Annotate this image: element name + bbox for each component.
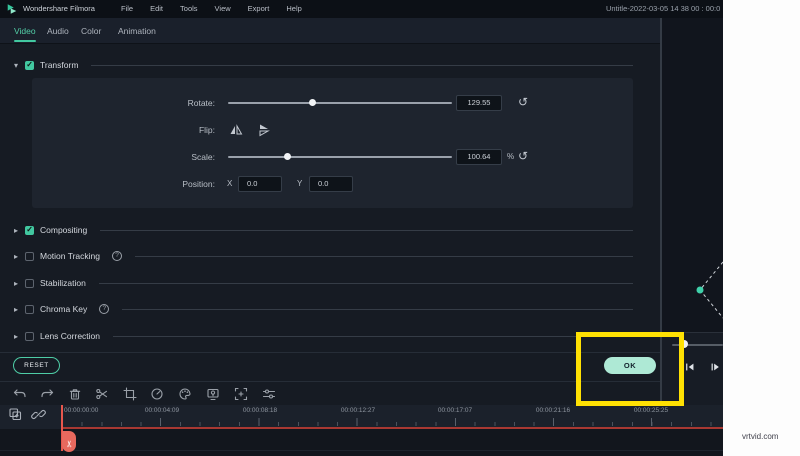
filmora-window: Wondershare Filmora File Edit Tools View… [0,0,800,456]
white-margin [723,0,800,456]
tab-color[interactable]: Color [81,18,101,44]
track-lane-divider [0,450,723,451]
playhead-grip-scissors-icon[interactable]: ✂ [62,431,76,452]
help-icon[interactable]: ? [99,304,109,314]
properties-tab-bar: Video Audio Color Animation [0,18,660,44]
scale-unit: % [507,152,514,161]
caret-right-icon[interactable]: ▸ [14,305,25,314]
menu-export[interactable]: Export [248,4,270,13]
section-lens-correction: ▸ Lens Correction [14,329,633,343]
snapshot-icon[interactable] [234,387,248,401]
motion-tracking-checkbox[interactable] [25,252,34,261]
section-motion-tracking: ▸ Motion Tracking ? [14,249,633,263]
lens-correction-checkbox[interactable] [25,332,34,341]
ok-button-highlight-annotation [576,332,684,406]
ruler-label: 00:00:17:07 [438,407,472,414]
scale-label: Scale: [100,152,215,162]
flip-horizontal-icon[interactable] [228,123,244,137]
title-bar: Wondershare Filmora File Edit Tools View… [0,0,723,18]
undo-icon[interactable] [13,387,27,401]
app-title: Wondershare Filmora [23,4,95,13]
crop-icon[interactable] [123,387,137,401]
divider [0,381,660,382]
position-label: Position: [100,179,215,189]
section-stabilization: ▸ Stabilization [14,276,633,290]
caret-down-icon[interactable]: ▾ [14,61,25,70]
ruler-label: 00:00:25:25 [634,407,668,414]
scale-slider[interactable] [228,156,452,158]
tab-animation[interactable]: Animation [118,18,156,44]
adjust-icon[interactable] [262,387,276,401]
ruler-label: 00:00:08:18 [243,407,277,414]
rotate-value-field[interactable]: 129.55 [456,95,502,111]
tab-audio[interactable]: Audio [47,18,69,44]
ruler-label: 00:00:21:16 [536,407,570,414]
selection-handle [697,287,704,294]
divider [0,352,660,353]
ruler-label: 00:00:04:09 [145,407,179,414]
menu-help[interactable]: Help [286,4,301,13]
caret-right-icon[interactable]: ▸ [14,252,25,261]
speed-icon[interactable] [150,387,164,401]
divider [99,283,633,284]
ruler-label: 00:00:00:00 [64,407,98,414]
scale-slider-handle[interactable] [284,153,291,160]
position-x-label: X [227,179,232,188]
divider [113,336,633,337]
rotate-slider-handle[interactable] [309,99,316,106]
ruler-label: 00:00:12:27 [341,407,375,414]
menu-file[interactable]: File [121,4,133,13]
rotate-label: Rotate: [100,98,215,108]
scale-value-field[interactable]: 100.64 [456,149,502,165]
transform-label: Transform [40,60,78,70]
flip-label: Flip: [100,125,215,135]
section-transform: ▾ Transform [14,58,633,72]
position-y-field[interactable]: 0.0 [309,176,353,192]
timeline-tracks[interactable] [0,429,723,456]
next-frame-icon[interactable] [709,361,721,373]
marker-icon[interactable] [206,387,220,401]
menu-edit[interactable]: Edit [150,4,163,13]
watermark: vrtvid.com [742,432,778,441]
tab-video[interactable]: Video [14,18,36,44]
caret-right-icon[interactable]: ▸ [14,226,25,235]
divider [100,230,633,231]
help-icon[interactable]: ? [112,251,122,261]
flip-vertical-icon[interactable] [256,123,272,137]
stabilization-checkbox[interactable] [25,279,34,288]
menu-tools[interactable]: Tools [180,4,198,13]
color-palette-icon[interactable] [178,387,192,401]
section-chroma-key: ▸ Chroma Key ? [14,302,633,316]
clip-selection-outline[interactable] [662,18,723,332]
previous-frame-icon[interactable] [684,361,696,373]
chroma-key-checkbox[interactable] [25,305,34,314]
cut-icon[interactable] [95,387,109,401]
rotate-reset-icon[interactable]: ↺ [518,96,528,108]
section-compositing: ▸ Compositing [14,223,633,237]
position-y-label: Y [297,179,302,188]
project-title: Untitle-2022-03-05 14 38 00 : 00:0 [606,4,723,13]
clip-duration-line [62,427,723,429]
rotate-slider[interactable] [228,102,452,104]
duplicate-icon[interactable] [8,407,23,422]
scale-reset-icon[interactable]: ↺ [518,150,528,162]
reset-button[interactable]: RESET [13,357,60,374]
divider [91,65,633,66]
caret-right-icon[interactable]: ▸ [14,279,25,288]
caret-right-icon[interactable]: ▸ [14,332,25,341]
transform-checkbox[interactable] [25,61,34,70]
preview-viewport [662,18,723,332]
position-x-field[interactable]: 0.0 [238,176,282,192]
filmora-logo-icon [6,3,18,15]
divider [135,256,633,257]
delete-icon[interactable] [68,387,82,401]
ruler-major-ticks [62,418,723,426]
redo-icon[interactable] [40,387,54,401]
menu-bar: File Edit Tools View Export Help [121,4,302,13]
video-properties-panel: ▾ Transform Rotate: 129.55 ↺ Flip: Scale… [0,44,660,405]
compositing-checkbox[interactable] [25,226,34,235]
divider [122,309,633,310]
menu-view[interactable]: View [215,4,231,13]
link-icon[interactable] [31,407,46,422]
